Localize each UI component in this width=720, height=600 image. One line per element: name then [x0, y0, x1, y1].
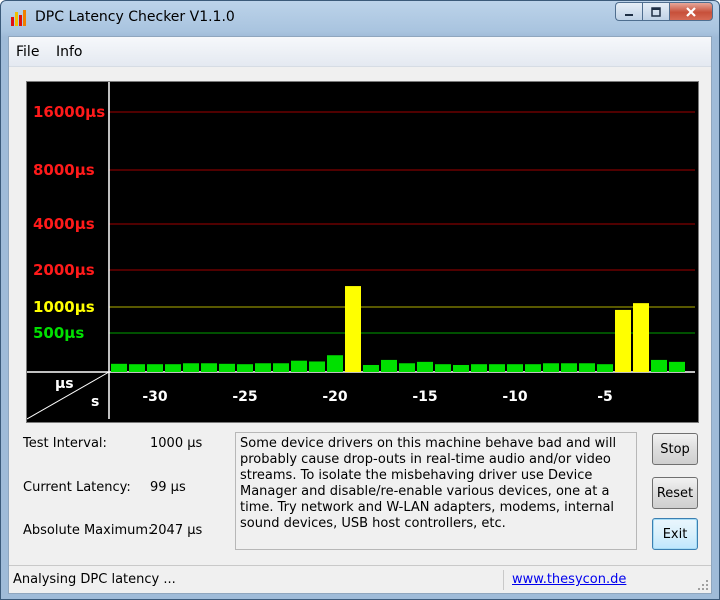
test-interval-label: Test Interval: [23, 436, 107, 451]
caption-buttons [615, 2, 713, 22]
latency-bar [399, 363, 415, 372]
latency-bar [453, 364, 469, 372]
latency-bar [543, 363, 559, 372]
latency-bar [291, 360, 307, 372]
menu-file[interactable]: File [16, 44, 39, 60]
y-tick-label: 4000µs [33, 215, 95, 233]
latency-bar [633, 303, 649, 372]
maximize-button[interactable] [642, 2, 669, 21]
y-tick-label: 1000µs [33, 298, 95, 316]
latency-bar [597, 364, 613, 372]
y-unit-label: µs [55, 376, 74, 392]
website-link[interactable]: www.thesycon.de [512, 572, 626, 587]
latency-bar [363, 364, 379, 372]
latency-bar [435, 364, 451, 372]
latency-bar [345, 286, 361, 372]
x-unit-label: s [91, 394, 99, 410]
resize-grip-icon[interactable] [697, 579, 709, 591]
latency-chart: 16000µs 8000µs 4000µs 2000µs 1000µs 500µs µs s -… [26, 81, 699, 423]
menu-info[interactable]: Info [56, 44, 83, 60]
test-interval-value: 1000 µs [150, 436, 203, 451]
x-tick-label: -20 [322, 389, 348, 405]
diagnostic-message: Some device drivers on this machine beha… [235, 432, 637, 550]
client-area: File Info 16000µs 8000µs 4000µs 2000µs 1000µ… [8, 36, 712, 594]
latency-bar [309, 361, 325, 372]
latency-bar [111, 363, 127, 372]
current-latency-value: 99 µs [150, 480, 186, 495]
status-text: Analysing DPC latency ... [13, 572, 176, 587]
status-separator [503, 570, 504, 590]
latency-bar [237, 364, 253, 372]
latency-bar [525, 364, 541, 372]
window-title: DPC Latency Checker V1.1.0 [35, 9, 235, 25]
absolute-maximum-value: 2047 µs [150, 523, 203, 538]
x-tick-label: -30 [142, 389, 168, 405]
title-bar[interactable]: DPC Latency Checker V1.1.0 [1, 1, 719, 35]
stop-button[interactable]: Stop [652, 433, 698, 465]
y-tick-label: 16000µs [33, 103, 105, 121]
app-icon [11, 10, 26, 26]
x-tick-label: -15 [412, 389, 437, 405]
latency-bar [579, 363, 595, 372]
menu-bar: File Info [9, 37, 711, 67]
latency-chart-svg: 16000µs 8000µs 4000µs 2000µs 1000µs 500µs µs s -… [27, 82, 695, 420]
latency-bar [417, 361, 433, 372]
latency-bar [327, 355, 343, 372]
reset-button[interactable]: Reset [652, 477, 698, 509]
app-window: DPC Latency Checker V1.1.0 File Info 160… [0, 0, 720, 600]
y-tick-label: 8000µs [33, 161, 95, 179]
status-bar: Analysing DPC latency ... www.thesycon.d… [9, 565, 711, 593]
maximize-icon [651, 6, 661, 17]
latency-bar [255, 363, 271, 372]
latency-bar [561, 363, 577, 372]
latency-bar [129, 364, 145, 372]
latency-bar [381, 359, 397, 372]
latency-bar [489, 364, 505, 372]
absolute-maximum-label: Absolute Maximum: [23, 523, 153, 538]
y-tick-label: 500µs [33, 324, 84, 342]
x-tick-label: -25 [232, 389, 257, 405]
minimize-icon [625, 13, 633, 16]
x-tick-label: -5 [597, 389, 613, 405]
latency-bar [669, 361, 685, 372]
close-button[interactable] [669, 2, 713, 21]
latency-bar [471, 364, 487, 372]
exit-button[interactable]: Exit [652, 518, 698, 550]
latency-bar [147, 364, 163, 372]
latency-bar [273, 363, 289, 372]
latency-bar [651, 359, 667, 372]
minimize-button[interactable] [615, 2, 642, 21]
latency-bar [201, 363, 217, 372]
latency-bar [165, 364, 181, 372]
latency-bar [615, 309, 631, 372]
current-latency-label: Current Latency: [23, 480, 131, 495]
y-tick-label: 2000µs [33, 261, 95, 279]
close-icon [686, 6, 696, 17]
x-tick-label: -10 [502, 389, 528, 405]
latency-bar [183, 363, 199, 372]
latency-bar [507, 364, 523, 372]
latency-bar [219, 363, 235, 372]
